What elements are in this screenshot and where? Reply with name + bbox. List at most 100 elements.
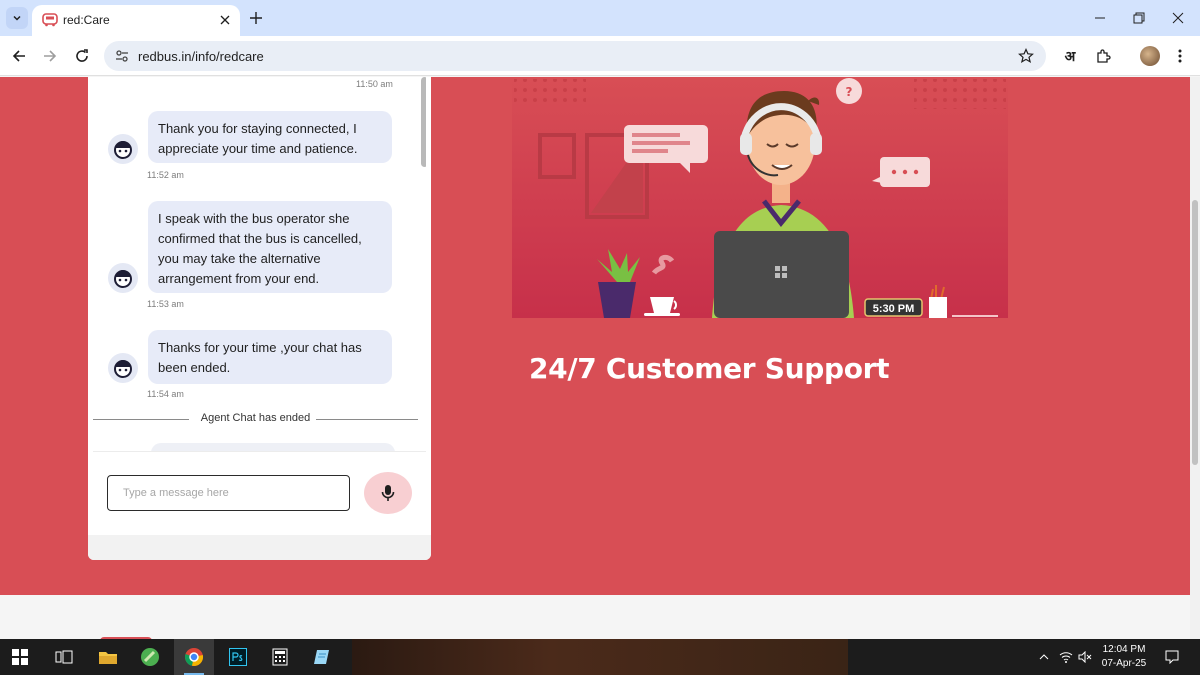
- speaker-muted-icon: [1078, 651, 1092, 663]
- agent-message-bubble: I speak with the bus operator she confir…: [148, 201, 392, 293]
- desk-clock: 5:30 PM: [864, 298, 923, 317]
- message-time: 11:54 am: [147, 389, 184, 399]
- question-mark: ?: [846, 85, 853, 99]
- task-view-icon: [55, 650, 73, 664]
- typing-bubble-icon: [872, 157, 930, 187]
- question-bubble-icon: ?: [836, 78, 862, 104]
- chevron-down-icon: [13, 15, 21, 21]
- hero-title: 24/7 Customer Support: [529, 352, 890, 385]
- close-icon: [220, 15, 230, 25]
- message-time: 11:50 am: [356, 79, 393, 89]
- close-icon: [1172, 12, 1184, 24]
- file-explorer-button[interactable]: [88, 639, 128, 675]
- notifications-button[interactable]: [1164, 649, 1180, 665]
- chevron-up-icon: [1039, 654, 1049, 660]
- minimize-icon: [1095, 17, 1105, 19]
- reload-icon: [76, 49, 88, 62]
- restore-button[interactable]: [1131, 10, 1147, 26]
- chrome-icon: [184, 648, 204, 667]
- message-time: 11:52 am: [147, 170, 184, 180]
- dot-pattern: [914, 79, 1006, 109]
- notification-icon: [1165, 650, 1179, 664]
- robot-face-icon: [114, 270, 132, 288]
- chrome-button[interactable]: [174, 639, 214, 675]
- arrow-left-icon: [12, 50, 25, 62]
- forward-button[interactable]: [40, 46, 60, 66]
- site-info-icon[interactable]: [114, 48, 130, 64]
- notepad-icon: [314, 650, 329, 664]
- agent-avatar: [108, 353, 138, 383]
- microphone-icon: [381, 485, 395, 501]
- chat-scrollbar-thumb[interactable]: [421, 77, 426, 167]
- redbus-favicon-icon: [42, 13, 58, 27]
- new-tab-button[interactable]: [246, 8, 266, 28]
- chat-footer: [88, 535, 431, 560]
- arrow-right-icon: [44, 50, 57, 62]
- agent-avatar: [108, 263, 138, 293]
- tab-close-button[interactable]: [216, 11, 234, 29]
- green-app-icon: [141, 648, 159, 666]
- calculator-button[interactable]: [260, 639, 300, 675]
- taskbar-clock[interactable]: 12:04 PM 07-Apr-25: [1098, 643, 1150, 671]
- reload-button[interactable]: [72, 46, 92, 66]
- wifi-icon: [1059, 652, 1073, 663]
- illustration-canvas: ? 5:30 PM: [512, 77, 1008, 318]
- support-agent-illustration: ? 5:30 PM: [512, 77, 1008, 318]
- minimize-button[interactable]: [1092, 10, 1108, 26]
- bookmark-star-icon[interactable]: [1018, 48, 1034, 64]
- folder-icon: [99, 652, 117, 664]
- agent-avatar: [108, 134, 138, 164]
- laptop-icon: [714, 231, 849, 318]
- chat-ended-divider: Agent Chat has ended: [93, 412, 418, 426]
- address-bar[interactable]: redbus.in/info/redcare: [104, 41, 1046, 71]
- start-button[interactable]: [0, 639, 40, 675]
- browser-menu-button[interactable]: [1172, 46, 1188, 66]
- partially-visible-bubble: [151, 443, 395, 451]
- clock-date: 07-Apr-25: [1101, 658, 1147, 669]
- puzzle-icon: [1097, 49, 1111, 63]
- windows-taskbar: 12:04 PM 07-Apr-25: [0, 639, 1200, 675]
- photoshop-button[interactable]: [218, 639, 258, 675]
- chat-message-list[interactable]: 11:50 am Thank you for staying connected…: [93, 77, 426, 451]
- next-section: [0, 595, 1190, 639]
- restore-icon: [1133, 12, 1145, 24]
- calculator-icon: [272, 648, 288, 666]
- page-content: 11:50 am Thank you for staying connected…: [0, 77, 1190, 639]
- translate-glyph: अ: [1064, 48, 1076, 65]
- dot-pattern: [514, 79, 586, 105]
- photoshop-icon: [229, 648, 247, 666]
- message-input[interactable]: [107, 475, 350, 511]
- network-button[interactable]: [1058, 649, 1074, 665]
- volume-button[interactable]: [1077, 649, 1093, 665]
- url-text: redbus.in/info/redcare: [138, 49, 264, 64]
- kebab-menu-icon: [1178, 49, 1182, 63]
- message-time: 11:53 am: [147, 299, 184, 309]
- back-button[interactable]: [9, 46, 29, 66]
- translate-button[interactable]: अ: [1062, 46, 1078, 66]
- extensions-button[interactable]: [1094, 46, 1112, 66]
- profile-avatar[interactable]: [1140, 46, 1160, 66]
- page-scrollbar-thumb[interactable]: [1192, 200, 1198, 465]
- desk-clock-label: 5:30 PM: [873, 303, 915, 315]
- support-hero: 11:50 am Thank you for staying connected…: [0, 77, 1190, 595]
- tab-title: red:Care: [63, 13, 110, 27]
- clock-time: 12:04 PM: [1102, 644, 1146, 655]
- tab-strip: red:Care: [0, 0, 1200, 36]
- voice-input-button[interactable]: [364, 472, 412, 514]
- windows-logo-icon: [12, 649, 28, 665]
- close-window-button[interactable]: [1170, 10, 1186, 26]
- browser-tab[interactable]: red:Care: [32, 5, 240, 36]
- app-button[interactable]: [302, 639, 342, 675]
- robot-face-icon: [114, 360, 132, 378]
- show-hidden-icons-button[interactable]: [1036, 649, 1052, 665]
- chat-composer: [93, 451, 426, 535]
- plus-icon: [250, 12, 262, 24]
- agent-message-bubble: Thanks for your time ,your chat has been…: [148, 330, 392, 384]
- agent-message-bubble: Thank you for staying connected, I appre…: [148, 111, 392, 163]
- tab-search-button[interactable]: [6, 7, 28, 29]
- robot-face-icon: [114, 141, 132, 159]
- chat-ended-label: Agent Chat has ended: [200, 412, 311, 424]
- app-button[interactable]: [130, 639, 170, 675]
- task-view-button[interactable]: [44, 639, 84, 675]
- taskbar-media-banner: [352, 639, 848, 675]
